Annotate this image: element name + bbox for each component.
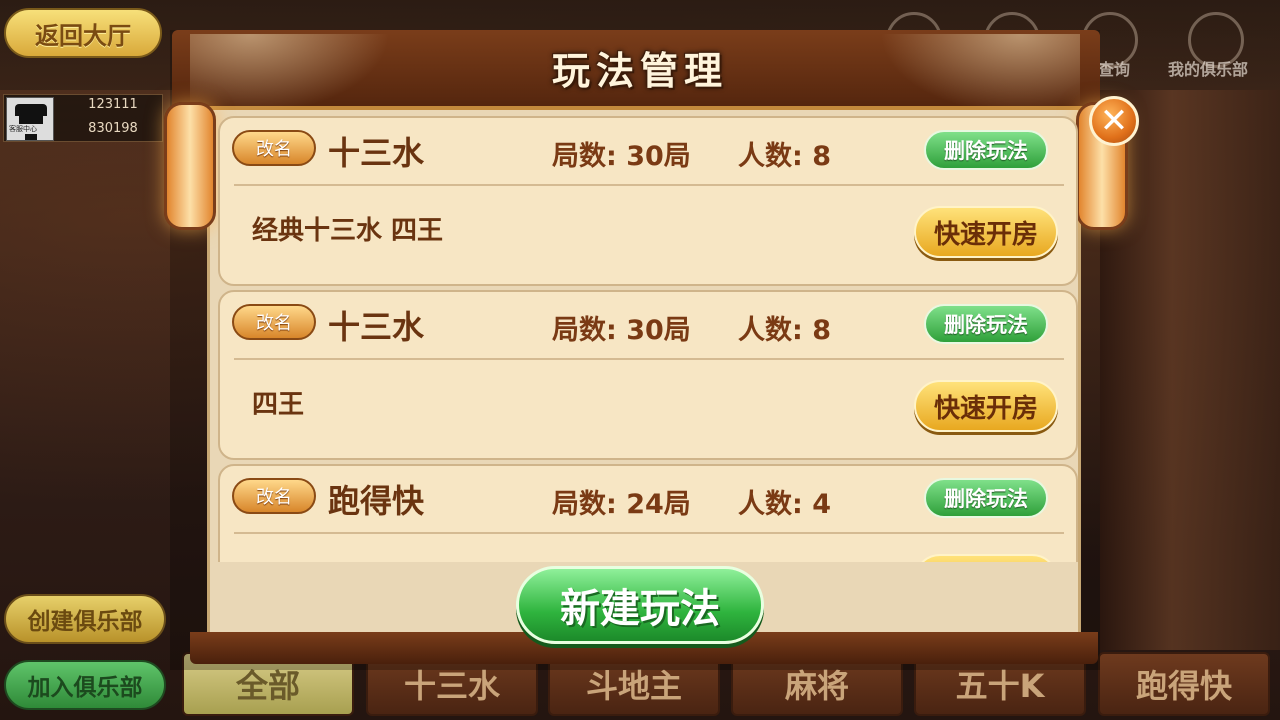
- rule-rounds: 局数: 24局: [552, 489, 691, 520]
- delete-rule-button[interactable]: 删除玩法: [924, 478, 1048, 518]
- divider: [234, 532, 1064, 534]
- create-club-button[interactable]: 创建俱乐部: [4, 594, 166, 644]
- rule-players: 人数: 8: [738, 141, 831, 172]
- rule-list[interactable]: 改名 十三水 局数: 30局 人数: 8 删除玩法 经典十三水 四王 快速开房 …: [215, 110, 1081, 562]
- close-icon[interactable]: ✕: [1089, 96, 1139, 146]
- user-id-secondary: 830198: [88, 121, 138, 136]
- rule-card: 改名 十三水 局数: 30局 人数: 8 删除玩法 四王 快速开房: [218, 290, 1078, 460]
- rule-game-name: 十三水: [328, 308, 425, 346]
- user-id: 123111: [88, 97, 138, 112]
- query-label[interactable]: 查询: [1098, 56, 1130, 80]
- delete-rule-button[interactable]: 删除玩法: [924, 304, 1048, 344]
- lantern-left: [164, 102, 216, 230]
- divider: [234, 358, 1064, 360]
- tab-paodekuai[interactable]: 跑得快: [1098, 652, 1270, 716]
- user-info: 客服中心 123111 830198: [3, 94, 163, 142]
- rename-button[interactable]: 改名: [232, 478, 316, 514]
- delete-rule-button[interactable]: 删除玩法: [924, 130, 1048, 170]
- modal-title: 玩法管理: [551, 48, 728, 93]
- rule-card: 改名 跑得快 局数: 24局 人数: 4 删除玩法 快速开房: [218, 464, 1078, 562]
- avatar[interactable]: 客服中心: [6, 97, 54, 141]
- rule-game-name: 十三水: [328, 134, 425, 172]
- rule-players: 人数: 4: [738, 489, 831, 520]
- curtain-left: [190, 34, 390, 114]
- rule-card: 改名 十三水 局数: 30局 人数: 8 删除玩法 经典十三水 四王 快速开房: [218, 116, 1078, 286]
- back-to-lobby-button[interactable]: 返回大厅: [4, 8, 162, 58]
- quick-room-button[interactable]: 快速开房: [914, 554, 1058, 562]
- divider: [234, 184, 1064, 186]
- quick-room-button[interactable]: 快速开房: [914, 206, 1058, 258]
- rule-players: 人数: 8: [738, 315, 831, 346]
- rename-button[interactable]: 改名: [232, 304, 316, 340]
- my-club-label[interactable]: 我的俱乐部: [1168, 56, 1248, 80]
- rule-description: 四王: [252, 390, 305, 420]
- rule-game-name: 跑得快: [328, 482, 425, 520]
- new-rule-button[interactable]: 新建玩法: [516, 566, 764, 644]
- quick-room-button[interactable]: 快速开房: [914, 380, 1058, 432]
- avatar-label: 客服中心: [9, 125, 37, 133]
- rule-rounds: 局数: 30局: [552, 315, 691, 346]
- join-club-button[interactable]: 加入俱乐部: [4, 660, 166, 710]
- rule-rounds: 局数: 30局: [552, 141, 691, 172]
- rename-button[interactable]: 改名: [232, 130, 316, 166]
- rule-description: 经典十三水 四王: [252, 216, 444, 246]
- curtain-right: [880, 34, 1080, 114]
